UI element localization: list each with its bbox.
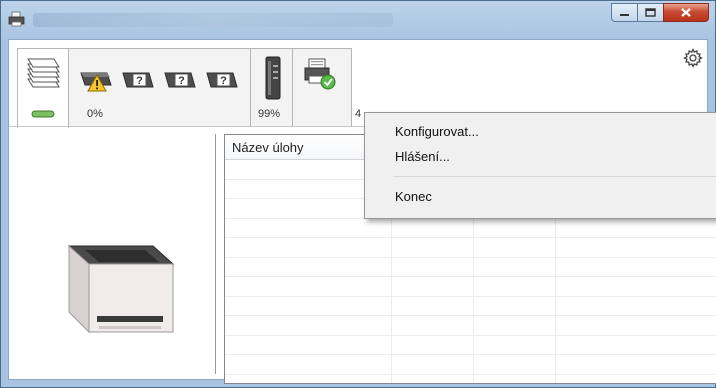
tab-job-status[interactable]: 4 (292, 48, 361, 126)
menu-item-report[interactable]: Hlášení... (395, 149, 450, 164)
printer-app-icon (8, 11, 25, 27)
toner-cartridge-icon (265, 56, 281, 100)
maximize-icon (645, 8, 656, 17)
table-row[interactable] (225, 258, 716, 277)
table-row[interactable] (225, 336, 716, 355)
menu-item-exit[interactable]: Konec (395, 189, 432, 204)
paper-stack-icon (27, 58, 60, 88)
printer-status-window: ? ? ? 0% 99% 4 Název úlohy Konfigurovat.… (0, 0, 716, 388)
column-job-name[interactable]: Název úlohy (232, 140, 304, 155)
status-led-icon (31, 110, 55, 118)
tab-toner-trays[interactable]: ? ? ? 0% (68, 48, 251, 126)
gear-icon[interactable] (683, 48, 703, 68)
toner-level-label: 0% (87, 108, 103, 120)
printer-image (67, 244, 175, 334)
menu-separator (393, 176, 716, 177)
context-menu: Konfigurovat... Hlášení... Konec (364, 112, 716, 219)
cassette-unknown-icon: ? (206, 72, 238, 88)
client-area: ? ? ? 0% 99% 4 Název úlohy Konfigurovat.… (8, 39, 716, 384)
tab-paper-level[interactable]: 99% (250, 48, 293, 126)
cassette-unknown-icon: ? (122, 72, 154, 88)
svg-text:?: ? (220, 75, 227, 87)
svg-text:?: ? (178, 75, 185, 87)
minimize-icon (620, 13, 629, 16)
window-title (33, 13, 393, 27)
printer-ok-icon (304, 58, 336, 90)
maximize-button[interactable] (637, 3, 664, 22)
pane-divider[interactable] (215, 134, 216, 374)
table-row[interactable] (225, 238, 716, 258)
close-button[interactable] (663, 3, 709, 22)
close-icon (681, 8, 691, 17)
title-bar[interactable] (1, 1, 715, 39)
table-row[interactable] (225, 297, 716, 316)
job-count-label: 4 (355, 108, 362, 120)
table-row[interactable] (225, 219, 716, 238)
cassette-unknown-icon: ? (164, 72, 196, 88)
minimize-button[interactable] (611, 3, 638, 22)
svg-text:?: ? (136, 75, 143, 87)
cassette-warning-icon (80, 72, 112, 92)
table-row[interactable] (225, 316, 716, 336)
paper-level-label: 99% (258, 108, 281, 120)
table-row[interactable] (225, 277, 716, 297)
menu-item-configure[interactable]: Konfigurovat... (395, 124, 479, 139)
table-row[interactable] (225, 355, 716, 375)
tab-device-status[interactable] (17, 48, 69, 128)
